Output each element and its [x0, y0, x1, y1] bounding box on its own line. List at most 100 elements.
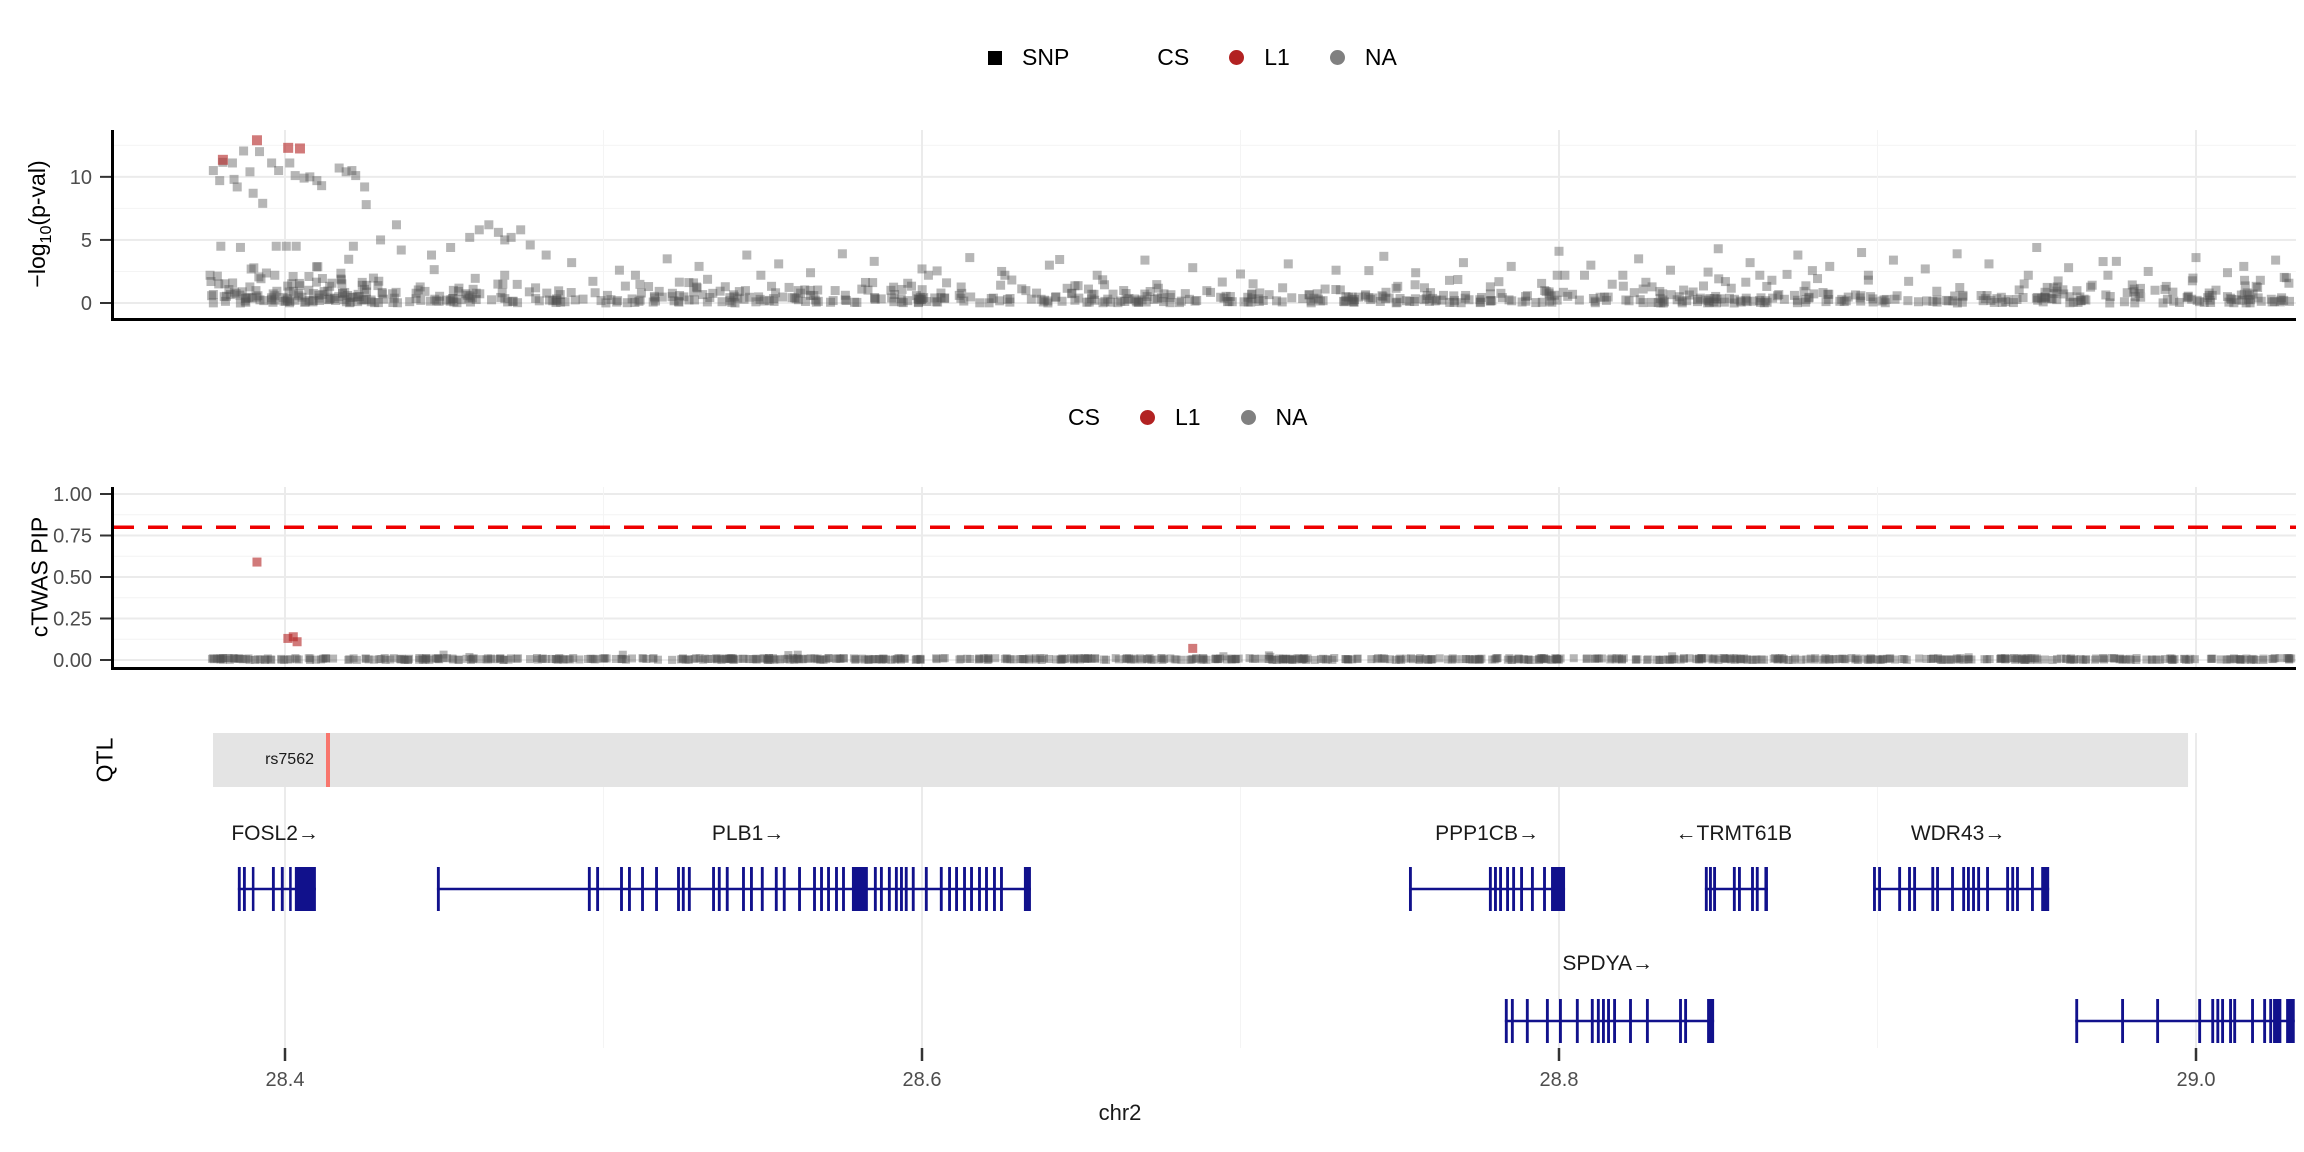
gene-exon — [1705, 867, 1708, 911]
snp-point — [349, 242, 358, 251]
snp-point — [1082, 298, 1091, 307]
snp-point — [1045, 261, 1054, 270]
snp-point — [1634, 254, 1643, 263]
gene-exon — [588, 867, 591, 911]
gene-exon — [1972, 867, 1975, 911]
snp-point — [1200, 656, 1208, 664]
snp-point — [465, 233, 474, 242]
snp-point — [1955, 283, 1964, 292]
snp-point — [292, 242, 301, 251]
gene-exon — [2075, 999, 2078, 1043]
snp-point — [228, 278, 237, 287]
snp-point — [690, 295, 699, 304]
snp-point — [1602, 296, 1611, 305]
snp-point — [2188, 276, 2197, 285]
snp-point — [1545, 297, 1554, 306]
gene-exon — [1977, 867, 1980, 911]
snp-point — [534, 656, 542, 664]
snp-point — [427, 251, 436, 260]
snp-point — [1330, 654, 1338, 662]
gridline-h — [114, 208, 2296, 209]
snp-point — [1659, 298, 1668, 307]
snp-point — [806, 268, 815, 277]
snp-point — [1505, 654, 1513, 662]
y-tick-mark — [100, 618, 111, 620]
gene-exon — [1962, 867, 1965, 911]
snp-point — [2092, 655, 2100, 663]
gene-exon — [761, 867, 764, 911]
gene-exon — [1597, 999, 1600, 1043]
snp-point — [1857, 248, 1866, 257]
snp-point — [907, 282, 916, 291]
snp-point — [975, 298, 984, 307]
pval-axis-title: −log10(p-val) — [24, 160, 56, 287]
snp-point — [1459, 258, 1468, 267]
snp-point — [281, 297, 290, 306]
snp-point — [957, 655, 965, 663]
snp-point — [1699, 281, 1708, 290]
snp-point — [516, 225, 525, 234]
gene-exon — [2229, 999, 2232, 1043]
snp-point — [484, 220, 493, 229]
snp-point — [2207, 655, 2215, 663]
qtl-snp-line — [326, 733, 330, 787]
gene-exon — [1756, 867, 1759, 911]
snp-point — [246, 656, 254, 664]
snp-point — [2081, 296, 2090, 305]
gene-exon — [2286, 999, 2295, 1043]
snp-point — [396, 655, 404, 663]
snp-point — [228, 158, 237, 167]
plot-canvas: 05100.000.250.500.751.00FOSL2→PLB1→PPP1C… — [0, 0, 2304, 1152]
snp-point — [1942, 296, 1951, 305]
snp-point — [430, 265, 439, 274]
snp-point — [412, 289, 421, 298]
snp-point — [2223, 656, 2231, 664]
gridline-major — [2195, 130, 2197, 318]
snp-point — [1083, 655, 1091, 663]
snp-point — [1140, 256, 1149, 265]
snp-point — [1347, 295, 1356, 304]
snp-point — [1332, 266, 1341, 275]
gene-exon — [1602, 999, 1605, 1043]
snp-point — [940, 294, 949, 303]
gene-exon — [925, 867, 928, 911]
snp-point — [1420, 283, 1429, 292]
snp-point — [1100, 297, 1109, 306]
snp-point — [1915, 654, 1923, 662]
snp-point — [2144, 267, 2153, 276]
snp-point — [376, 235, 385, 244]
snp-point — [1240, 297, 1249, 306]
snp-point — [1428, 655, 1436, 663]
qtl-snp-label: rs7562 — [265, 751, 314, 769]
gridline-major — [921, 487, 923, 667]
gene-exon — [718, 867, 721, 911]
gene-exon — [2156, 999, 2159, 1043]
snp-point — [355, 292, 364, 301]
snp-point — [326, 293, 335, 302]
snp-point — [461, 289, 470, 298]
gene-exon — [813, 867, 816, 911]
snp-point — [1119, 286, 1128, 295]
snp-point — [1774, 290, 1783, 299]
snp-point — [569, 654, 577, 662]
snp-point — [2099, 257, 2108, 266]
gene-exon — [963, 867, 966, 911]
snp-point — [329, 655, 337, 663]
snp-point — [351, 171, 360, 180]
snp-point — [304, 272, 313, 281]
snp-point — [209, 290, 218, 299]
gene-exon — [835, 867, 838, 911]
snp-point — [230, 288, 239, 297]
snp-point — [1379, 252, 1388, 261]
snp-point — [1793, 251, 1802, 260]
gene-exon — [1951, 867, 1954, 911]
snp-point — [679, 292, 688, 301]
snp-point — [1291, 655, 1299, 663]
snp-point — [621, 282, 630, 291]
snp-point — [2008, 655, 2016, 663]
snp-point — [2285, 655, 2293, 663]
gene-intron-line — [1409, 888, 1565, 891]
snp-point — [838, 249, 847, 258]
snp-point — [956, 294, 965, 303]
snp-point — [1093, 271, 1102, 280]
